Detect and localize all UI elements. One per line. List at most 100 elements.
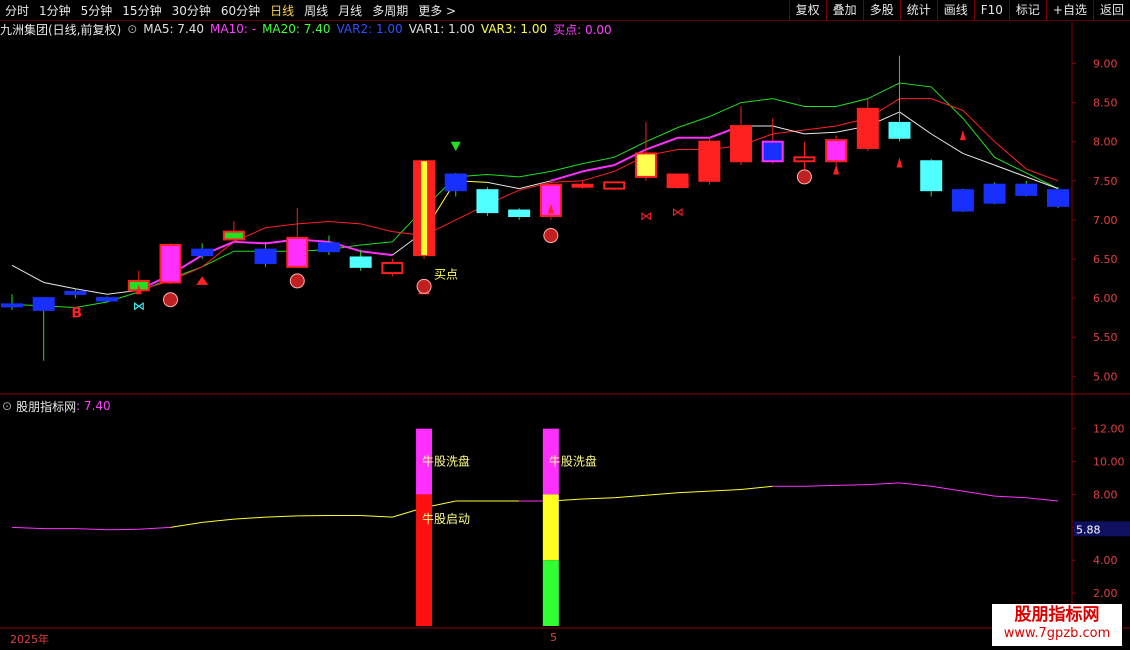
candle-body-26 xyxy=(825,139,848,163)
buy-point-label: 买点 xyxy=(434,268,458,282)
b-marker: B xyxy=(71,306,82,322)
sub-line-segment-18 xyxy=(582,497,615,500)
sub-line-segment-23 xyxy=(740,485,773,491)
ma10-line xyxy=(138,98,1059,291)
butterfly-icon-0: ⋈ xyxy=(133,299,145,313)
red-arrow-4 xyxy=(959,130,966,141)
candle-body-33 xyxy=(1047,189,1069,207)
start-label: 牛股启动 xyxy=(422,511,470,526)
candle-body-18 xyxy=(571,183,594,188)
sub-line-segment-30 xyxy=(962,490,995,497)
red-arrow-2 xyxy=(833,164,840,175)
sub-line-segment-25 xyxy=(804,484,837,487)
candle-body-5 xyxy=(159,243,182,284)
up-triangle-marker xyxy=(196,276,209,285)
y-tick-label-5: 6.50 xyxy=(1093,253,1118,266)
sub-line-segment-22 xyxy=(709,489,742,492)
ma5-segment-1 xyxy=(43,281,76,290)
sub-line-segment-28 xyxy=(899,482,932,487)
candle-body-30 xyxy=(951,189,974,212)
butterfly-icon-2: ⋈ xyxy=(672,205,684,219)
sub-line-segment-31 xyxy=(994,495,1027,499)
candle-body-0 xyxy=(1,303,23,308)
candle-body-19 xyxy=(603,181,626,190)
ma5-segment-25 xyxy=(804,131,837,135)
sub-line-segment-29 xyxy=(931,485,963,492)
candle-body-15 xyxy=(476,189,499,214)
sub-line-segment-26 xyxy=(836,484,868,486)
badge-icon-2 xyxy=(416,278,432,294)
candle-body-20 xyxy=(634,152,657,178)
sub-line-segment-7 xyxy=(233,516,266,520)
ma5-segment-7 xyxy=(233,240,266,245)
candle-body-1 xyxy=(32,297,55,311)
ma5-segment-0 xyxy=(11,264,44,283)
ma5-segment-17 xyxy=(550,170,583,182)
sub-tick-label-2: 8.00 xyxy=(1093,488,1118,501)
month-label: 5 xyxy=(550,631,557,644)
candle-body-29 xyxy=(920,160,943,192)
y-tick-label-2: 8.00 xyxy=(1093,136,1118,149)
candle-body-22 xyxy=(698,140,721,182)
green-down-arrow xyxy=(450,141,461,152)
sub-line-segment-2 xyxy=(75,528,108,531)
candle-body-8 xyxy=(254,248,277,264)
badge-icon-0 xyxy=(162,292,178,308)
sub-tick-label-0: 12.00 xyxy=(1093,423,1125,436)
candle-body-25 xyxy=(793,156,816,163)
sub-line-segment-8 xyxy=(265,515,298,518)
sub-line-segment-20 xyxy=(645,492,678,496)
y-tick-label-8: 5.00 xyxy=(1093,370,1118,383)
ma5-segment-11 xyxy=(360,250,393,257)
y-tick-label-4: 7.00 xyxy=(1093,214,1118,227)
ma5-segment-15 xyxy=(487,181,520,190)
sub-tick-label-4: 4.00 xyxy=(1093,554,1118,567)
y-tick-label-0: 9.00 xyxy=(1093,57,1118,70)
y-tick-label-6: 6.00 xyxy=(1093,292,1118,305)
candle-body-3 xyxy=(96,297,119,302)
candle-body-7 xyxy=(222,230,245,241)
washout-label-1: 牛股洗盘 xyxy=(422,454,470,469)
ma5-segment-24 xyxy=(772,125,805,135)
y-tick-label-7: 5.50 xyxy=(1093,331,1118,344)
candle-body-32 xyxy=(1015,183,1038,196)
ma5-segment-29 xyxy=(930,133,964,154)
candle-body-31 xyxy=(983,183,1006,204)
sub-line-segment-0 xyxy=(11,526,44,530)
sub-line-segment-19 xyxy=(614,494,646,499)
candle-body-24 xyxy=(761,140,784,163)
candle-fill-yellow-13 xyxy=(421,161,428,256)
year-label: 2025年 xyxy=(10,633,49,646)
kline-chart[interactable]: 9.00 8.50 8.00 7.50 7.00 6.50 6.00 5.50 5.00 B 买点 ⋈… xyxy=(0,0,1130,650)
candle-body-11 xyxy=(349,256,372,268)
candle-body-10 xyxy=(317,242,340,253)
badge-icon-3 xyxy=(543,228,559,244)
badge-icon-1 xyxy=(289,273,305,289)
sub-line-segment-5 xyxy=(170,521,203,528)
candle-body-28 xyxy=(888,121,911,139)
candle-body-16 xyxy=(508,209,531,217)
candle-body-2 xyxy=(64,290,87,295)
candle-body-12 xyxy=(381,261,404,275)
y-tick-label-3: 7.50 xyxy=(1093,175,1118,188)
sub-tick-label-5: 2.00 xyxy=(1093,587,1118,600)
sub-line-segment-11 xyxy=(360,514,393,518)
badge-icon-4 xyxy=(796,169,812,185)
ma5-segment-18 xyxy=(582,164,615,173)
watermark-logo: 股朋指标网 www.7gpzb.com xyxy=(992,604,1122,646)
watermark-url: www.7gpzb.com xyxy=(1003,626,1111,641)
candle-body-27 xyxy=(856,107,879,149)
sub-line-segment-6 xyxy=(202,518,234,523)
watermark-title: 股朋指标网 xyxy=(1014,605,1100,625)
signal-bar-2-mid xyxy=(542,494,559,561)
candle-body-6 xyxy=(191,248,214,257)
ma5-segment-30 xyxy=(962,152,995,166)
candle-body-21 xyxy=(666,173,689,189)
sub-line-segment-27 xyxy=(867,482,900,486)
red-arrow-3 xyxy=(896,157,903,168)
sub-tick-label-1: 10.00 xyxy=(1093,456,1125,469)
candle-body-14 xyxy=(444,173,467,192)
candle-body-23 xyxy=(730,125,753,163)
washout-label-2: 牛股洗盘 xyxy=(549,454,597,469)
sub-line-segment-32 xyxy=(1026,497,1059,502)
